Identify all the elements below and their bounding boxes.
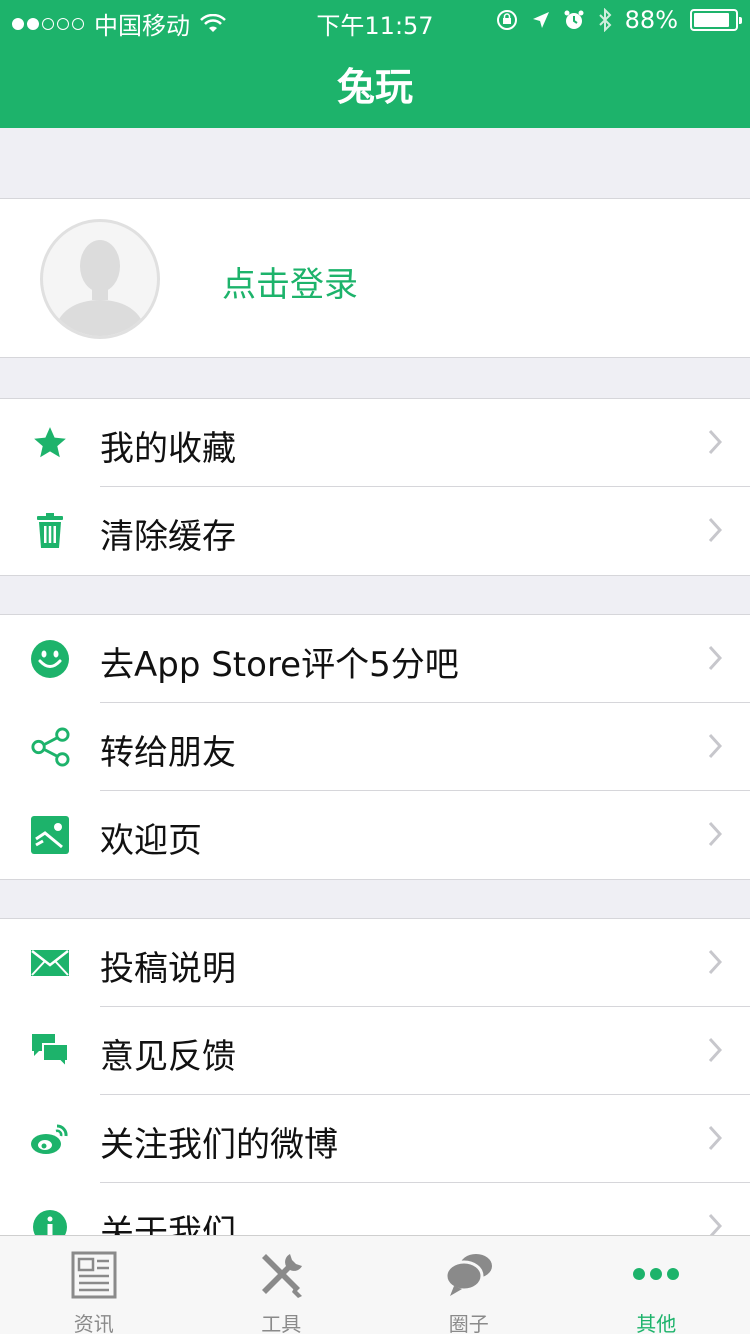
menu-group-1: 我的收藏 清除缓存 [0,398,750,576]
chevron-right-icon [708,949,722,975]
nav-header: 中国移动 下午11:57 88% 兔玩 [0,0,750,128]
chevron-right-icon [708,821,722,847]
chat-bubbles-icon [444,1254,492,1296]
tools-icon [262,1254,303,1298]
menu-item-label: 关注我们的微博 [100,1125,338,1165]
info-icon [30,1207,70,1235]
menu-item-label: 我的收藏 [100,429,236,469]
avatar[interactable] [40,219,160,339]
bluetooth-icon [598,8,612,32]
default-avatar-icon [53,240,147,336]
menu-item-favorites[interactable]: 我的收藏 [0,399,750,487]
menu-item-label: 欢迎页 [100,821,202,861]
battery-icon [690,9,742,31]
trash-icon [30,511,70,551]
tab-label: 圈子 [448,1312,489,1334]
alarm-icon [564,10,584,29]
menu-item-feedback[interactable]: 意见反馈 [0,1007,750,1095]
menu-item-label: 去App Store评个5分吧 [100,645,459,685]
tab-news[interactable]: 资讯 [0,1236,188,1334]
envelope-icon [30,943,70,983]
menu-item-label: 关于我们 [100,1213,236,1235]
tab-circle[interactable]: 圈子 [375,1236,563,1334]
menu-item-label: 投稿说明 [100,949,236,989]
chevron-right-icon [708,645,722,671]
battery-percent: 88% [624,6,678,34]
chevron-right-icon [708,429,722,455]
menu-group-3: 投稿说明 意见反馈 关注我们的微博 关于我们 [0,918,750,1235]
rotation-lock-icon [496,10,517,30]
tab-bar: 资讯 工具 圈子 其他 [0,1235,750,1334]
star-icon [30,423,70,463]
profile-login-row[interactable]: 点击登录 [0,198,750,358]
menu-item-clear-cache[interactable]: 清除缓存 [0,487,750,575]
chevron-right-icon [708,1213,722,1235]
tab-tools[interactable]: 工具 [188,1236,376,1334]
menu-item-contribute[interactable]: 投稿说明 [0,919,750,1007]
menu-item-about[interactable]: 关于我们 [0,1183,750,1235]
menu-item-weibo[interactable]: 关注我们的微博 [0,1095,750,1183]
menu-item-label: 意见反馈 [100,1037,236,1077]
location-icon [532,12,549,28]
more-dots-icon [633,1268,680,1280]
weibo-icon [30,1119,70,1159]
settings-list[interactable]: 点击登录 我的收藏 清除缓存 去App Store评个5分吧 转给朋友 欢迎页 … [0,128,750,1235]
news-icon [71,1251,117,1299]
chevron-right-icon [708,733,722,759]
status-bar: 中国移动 下午11:57 88% [0,0,750,40]
login-link[interactable]: 点击登录 [222,257,358,306]
menu-item-label: 转给朋友 [100,733,236,773]
smiley-icon [30,639,70,679]
menu-group-2: 去App Store评个5分吧 转给朋友 欢迎页 [0,614,750,880]
chat-icon [30,1031,70,1071]
tab-label: 工具 [261,1312,302,1334]
chevron-right-icon [708,517,722,543]
tab-more[interactable]: 其他 [563,1236,750,1334]
tab-label: 其他 [636,1312,677,1334]
share-icon [30,727,70,767]
menu-item-share[interactable]: 转给朋友 [0,703,750,791]
menu-item-welcome[interactable]: 欢迎页 [0,791,750,879]
chevron-right-icon [708,1037,722,1063]
chevron-right-icon [708,1125,722,1151]
image-icon [30,815,70,855]
tab-label: 资讯 [73,1312,114,1334]
menu-item-label: 清除缓存 [100,517,236,557]
page-title: 兔玩 [336,65,413,109]
menu-item-rate[interactable]: 去App Store评个5分吧 [0,615,750,703]
